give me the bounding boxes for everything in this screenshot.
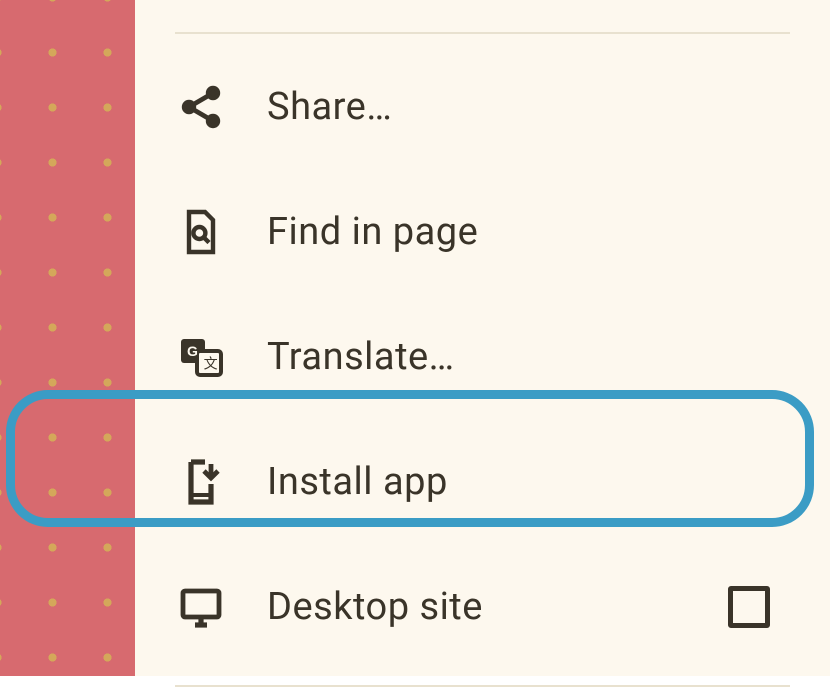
install-app-icon <box>175 458 227 506</box>
menu-item-desktop-site[interactable]: Desktop site <box>175 544 790 669</box>
menu-item-find-in-page[interactable]: Find in page <box>175 169 790 294</box>
share-icon <box>175 83 227 131</box>
desktop-icon <box>175 583 227 631</box>
menu-item-label: Share… <box>267 85 790 129</box>
menu-item-label: Find in page <box>267 210 790 254</box>
find-in-page-icon <box>175 208 227 256</box>
menu-item-label: Install app <box>267 460 790 504</box>
menu-item-share[interactable]: Share… <box>175 44 790 169</box>
menu-item-label: Translate… <box>267 335 790 379</box>
menu-item-label: Desktop site <box>267 585 688 629</box>
menu-divider-top <box>175 32 790 34</box>
svg-text:G: G <box>187 343 198 359</box>
svg-text:文: 文 <box>204 355 218 371</box>
desktop-site-checkbox[interactable] <box>728 586 770 628</box>
menu-item-translate[interactable]: G 文 Translate… <box>175 294 790 419</box>
translate-icon: G 文 <box>175 333 227 381</box>
overflow-menu-panel: Share… Find in page G 文 Tra <box>135 0 830 676</box>
menu-item-install-app[interactable]: Install app <box>175 419 790 544</box>
